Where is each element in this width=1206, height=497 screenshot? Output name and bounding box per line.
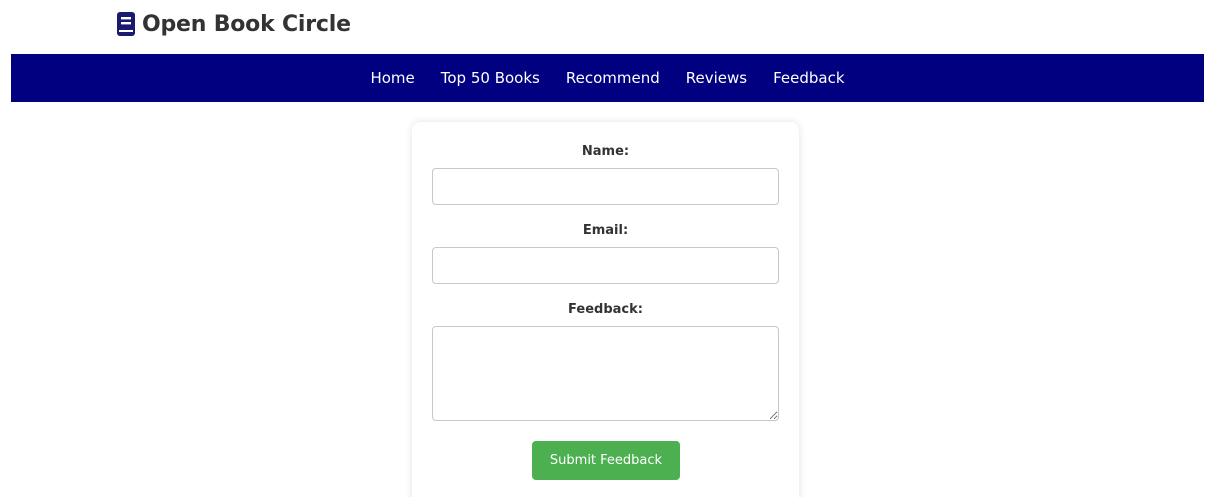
feedback-form: Name: Email: Feedback: Submit Feedback xyxy=(412,122,799,497)
feedback-label: Feedback: xyxy=(568,302,643,317)
site-header: Open Book Circle xyxy=(116,8,351,40)
site-title: Open Book Circle xyxy=(142,11,351,37)
name-input[interactable] xyxy=(432,168,779,205)
book-icon xyxy=(117,12,135,36)
nav-home[interactable]: Home xyxy=(370,69,414,87)
email-label: Email: xyxy=(582,223,629,238)
nav-feedback[interactable]: Feedback xyxy=(773,69,844,87)
name-label: Name: xyxy=(581,144,630,159)
feedback-textarea[interactable] xyxy=(432,326,779,421)
main-nav: Home Top 50 Books Recommend Reviews Feed… xyxy=(11,54,1204,102)
submit-feedback-button[interactable]: Submit Feedback xyxy=(532,441,680,480)
nav-reviews[interactable]: Reviews xyxy=(686,69,747,87)
nav-recommend[interactable]: Recommend xyxy=(566,69,660,87)
email-input[interactable] xyxy=(432,247,779,284)
nav-top-50-books[interactable]: Top 50 Books xyxy=(441,69,540,87)
